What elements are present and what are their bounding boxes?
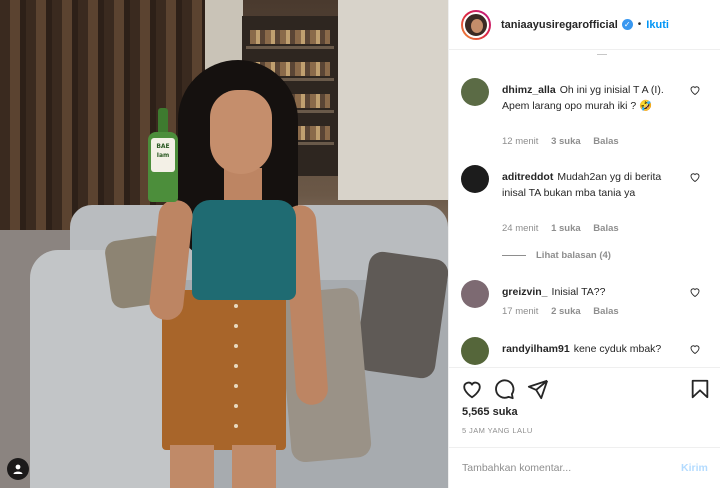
comment-time: 17 menit xyxy=(502,306,539,317)
heart-icon[interactable] xyxy=(461,378,483,400)
cushion xyxy=(354,250,448,380)
user-tag-icon[interactable] xyxy=(7,458,29,480)
comment-likes[interactable]: 1 suka xyxy=(551,223,581,234)
skirt xyxy=(162,290,286,450)
comment-meta: 17 menit 2 suka Balas xyxy=(502,306,629,317)
separator-dot: • xyxy=(637,19,642,30)
heart-icon[interactable] xyxy=(689,171,701,183)
comment-username[interactable]: dhimz_alla xyxy=(502,84,556,96)
comment-input[interactable]: Tambahkan komentar... xyxy=(462,462,571,474)
reply-button[interactable]: Balas xyxy=(593,306,618,317)
commenter-avatar[interactable] xyxy=(461,78,489,106)
username-link[interactable]: taniaayusiregarofficial xyxy=(501,19,618,31)
comment-likes[interactable]: 3 suka xyxy=(551,136,581,147)
action-bar: 5,565 suka 5 JAM YANG LALU xyxy=(449,367,720,447)
comment-meta: 12 menit 3 suka Balas xyxy=(502,136,629,147)
post-photo[interactable]: BAE Iam xyxy=(0,0,448,488)
bookmark-icon[interactable] xyxy=(689,378,711,400)
comment-meta: 24 menit 1 suka Balas xyxy=(502,223,629,234)
bottle-label: BAE Iam xyxy=(151,138,175,172)
teal-top xyxy=(192,200,296,300)
view-replies-button[interactable]: Lihat balasan (4) xyxy=(502,250,611,261)
wall xyxy=(338,0,448,200)
likes-count[interactable]: 5,565 suka xyxy=(462,406,518,418)
comment-time: 12 menit xyxy=(502,136,539,147)
post-header: taniaayusiregarofficial ✓ • Ikuti xyxy=(449,0,720,50)
divider xyxy=(502,255,526,256)
heart-icon[interactable] xyxy=(689,84,701,96)
avatar[interactable] xyxy=(461,9,491,40)
comment-username[interactable]: aditreddot xyxy=(502,171,553,183)
post-timestamp: 5 JAM YANG LALU xyxy=(462,426,533,435)
heart-icon[interactable] xyxy=(689,286,701,298)
add-comment-bar: Tambahkan komentar... Kirim xyxy=(449,447,720,488)
comment-icon[interactable] xyxy=(493,378,515,400)
commenter-avatar[interactable] xyxy=(461,165,489,193)
scroll-indicator xyxy=(597,51,607,55)
comment-time: 24 menit xyxy=(502,223,539,234)
comment-text: greizvin_ Inisial TA?? xyxy=(502,286,606,298)
heart-icon[interactable] xyxy=(689,343,701,355)
comment-username[interactable]: greizvin_ xyxy=(502,286,548,298)
commenter-avatar[interactable] xyxy=(461,280,489,308)
reply-button[interactable]: Balas xyxy=(593,136,618,147)
comment-text: randyilham91 kene cyduk mbak? xyxy=(502,343,662,355)
reply-button[interactable]: Balas xyxy=(593,223,618,234)
follow-button[interactable]: Ikuti xyxy=(646,19,669,31)
commenter-avatar[interactable] xyxy=(461,337,489,365)
comment-text: aditreddot Mudah2an yg di berita inisal T… xyxy=(502,171,662,199)
soju-bottle: BAE Iam xyxy=(148,108,178,202)
comment-username[interactable]: randyilham91 xyxy=(502,343,570,355)
woman-figure: BAE Iam xyxy=(140,60,350,488)
verified-icon: ✓ xyxy=(621,19,633,30)
post-sidebar: taniaayusiregarofficial ✓ • Ikuti dhimz_… xyxy=(448,0,720,488)
share-icon[interactable] xyxy=(527,378,549,400)
send-button[interactable]: Kirim xyxy=(681,462,708,474)
comment-text: dhimz_alla Oh ini yg inisial T A (I). Ape… xyxy=(502,84,664,112)
comment-likes[interactable]: 2 suka xyxy=(551,306,581,317)
